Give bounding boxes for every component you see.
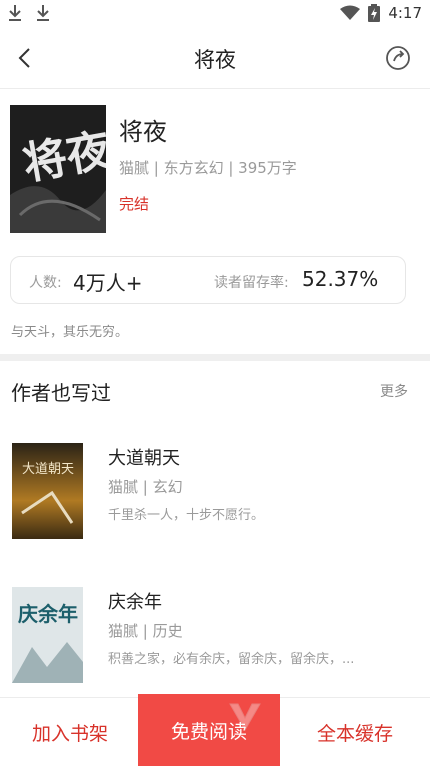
- related-book-cover-title: 庆余年: [18, 602, 78, 626]
- section-title: 作者也写过: [11, 381, 111, 405]
- book-cover-art: 将夜: [10, 105, 106, 233]
- book-status: 完结: [119, 195, 150, 213]
- book-cover[interactable]: 将夜: [10, 105, 106, 233]
- section-divider: [0, 354, 430, 361]
- related-book-meta: 猫腻 | 历史: [108, 622, 183, 640]
- book-slogan: 与天斗，其乐无穷。: [11, 325, 129, 340]
- wifi-icon: [340, 5, 361, 20]
- download-icon: [9, 5, 21, 21]
- book-title: 将夜: [119, 118, 167, 146]
- bottom-action-bar: 加入书架 免费阅读 全本缓存: [0, 694, 430, 766]
- clock: 4:17: [388, 4, 422, 22]
- more-link[interactable]: 更多: [380, 381, 408, 401]
- download-icon: [37, 5, 49, 21]
- related-book-desc: 千里杀一人，十步不愿行。: [108, 508, 265, 523]
- readers-label: 人数:: [29, 275, 62, 291]
- add-to-shelf-button[interactable]: 加入书架: [0, 698, 140, 766]
- readers-value: 4万人+: [73, 271, 143, 295]
- related-book-desc: 积善之家，必有余庆，留余庆，留余庆，...: [108, 652, 355, 667]
- stats-box: 人数: 4万人+ 读者留存率: 52.37%: [10, 256, 406, 304]
- related-book-cover[interactable]: 大道朝天: [12, 443, 83, 539]
- related-book-cover-art: 大道朝天: [12, 443, 83, 539]
- battery-icon: [368, 4, 381, 22]
- retention-label: 读者留存率:: [214, 275, 289, 291]
- top-nav-bar: 将夜: [0, 28, 430, 89]
- page-title: 将夜: [194, 48, 236, 72]
- related-book-title[interactable]: 庆余年: [108, 588, 162, 614]
- status-bar: 4:17: [0, 0, 430, 28]
- cache-all-button[interactable]: 全本缓存: [280, 698, 430, 766]
- notification-icons: [8, 4, 50, 22]
- book-meta: 猫腻 | 东方玄幻 | 395万字: [119, 159, 297, 177]
- share-icon[interactable]: [384, 44, 412, 72]
- related-book-title[interactable]: 大道朝天: [108, 444, 180, 470]
- related-book-cover-art: 庆余年: [12, 587, 83, 683]
- related-book-cover-title: 大道朝天: [22, 462, 74, 477]
- watermark-icon: [229, 703, 261, 732]
- related-book-meta: 猫腻 | 玄幻: [108, 478, 183, 496]
- related-book-cover[interactable]: 庆余年: [12, 587, 83, 683]
- retention-value: 52.37%: [302, 267, 379, 291]
